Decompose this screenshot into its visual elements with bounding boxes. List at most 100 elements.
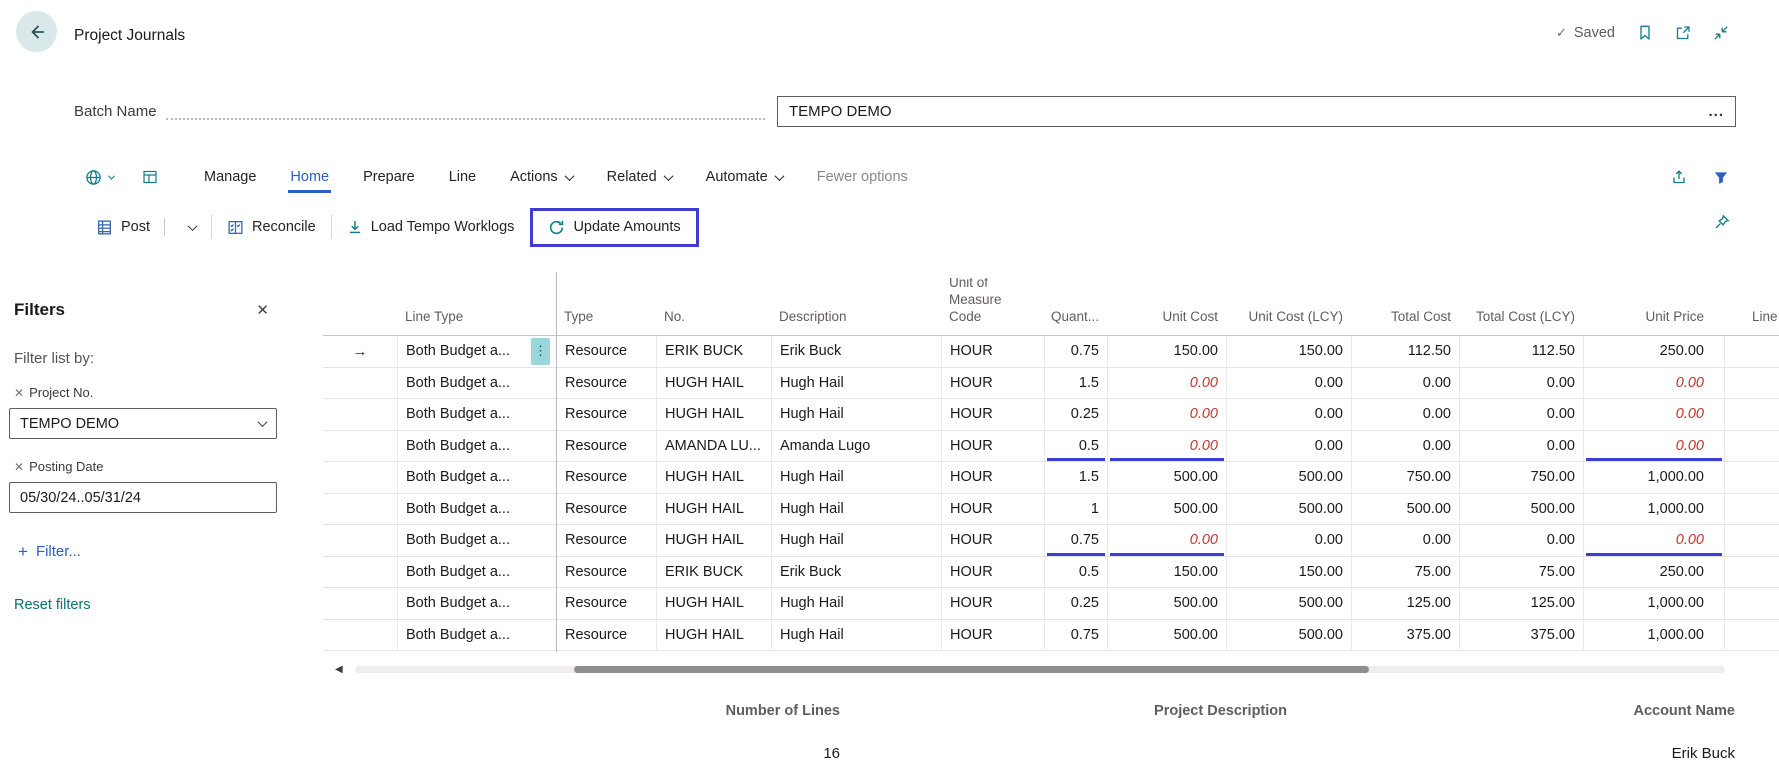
layout-grid-button[interactable]: [142, 169, 158, 185]
column-header-total_cost[interactable]: Total Cost: [1351, 278, 1459, 335]
cell-total_cost_lcy[interactable]: 125.00: [1459, 588, 1583, 619]
cell-uom[interactable]: HOUR: [941, 368, 1044, 399]
update-amounts-button[interactable]: Update Amounts: [548, 219, 680, 236]
cell-description[interactable]: Hugh Hail: [771, 399, 941, 430]
cell-description[interactable]: Amanda Lugo: [771, 431, 941, 462]
menu-item-line[interactable]: Line: [449, 169, 476, 185]
posting-date-filter-input[interactable]: 05/30/24..05/31/24: [9, 482, 277, 513]
cell-total_cost[interactable]: 125.00: [1351, 588, 1459, 619]
cell-line_type[interactable]: Both Budget a...: [397, 431, 556, 462]
cell-unit_cost[interactable]: 150.00: [1107, 557, 1226, 588]
cell-total_cost_lcy[interactable]: 0.00: [1459, 431, 1583, 462]
cell-qty[interactable]: 1: [1044, 494, 1107, 525]
cell-qty[interactable]: 0.5: [1044, 431, 1107, 462]
cell-unit_cost[interactable]: 0.00: [1107, 368, 1226, 399]
open-in-window-icon[interactable]: [1675, 25, 1691, 41]
back-button[interactable]: [16, 11, 57, 52]
cell-line[interactable]: [1724, 525, 1779, 556]
cell-unit_cost[interactable]: 0.00: [1107, 399, 1226, 430]
cell-unit_cost[interactable]: 500.00: [1107, 494, 1226, 525]
row-selector-cell[interactable]: [323, 557, 397, 588]
cell-type[interactable]: Resource: [556, 399, 656, 430]
cell-no[interactable]: HUGH HAIL: [656, 462, 771, 493]
cell-unit_price[interactable]: 250.00: [1583, 336, 1724, 367]
add-filter-button[interactable]: + Filter...: [18, 543, 277, 560]
column-header-no[interactable]: No.: [656, 278, 771, 335]
cell-unit_cost_lcy[interactable]: 0.00: [1226, 431, 1351, 462]
cell-no[interactable]: HUGH HAIL: [656, 399, 771, 430]
batch-name-input[interactable]: TEMPO DEMO ...: [777, 96, 1736, 127]
cell-unit_cost_lcy[interactable]: 0.00: [1226, 399, 1351, 430]
remove-filter-icon[interactable]: ✕: [14, 460, 24, 474]
cell-total_cost_lcy[interactable]: 500.00: [1459, 494, 1583, 525]
cell-qty[interactable]: 0.25: [1044, 588, 1107, 619]
cell-total_cost_lcy[interactable]: 375.00: [1459, 620, 1583, 651]
table-row[interactable]: Both Budget a...ResourceHUGH HAILHugh Ha…: [323, 462, 1779, 494]
cell-unit_price[interactable]: 1,000.00: [1583, 462, 1724, 493]
cell-total_cost[interactable]: 0.00: [1351, 525, 1459, 556]
pin-icon[interactable]: [1714, 214, 1730, 230]
cell-unit_cost_lcy[interactable]: 0.00: [1226, 525, 1351, 556]
cell-type[interactable]: Resource: [556, 588, 656, 619]
table-row[interactable]: Both Budget a...ResourceHUGH HAILHugh Ha…: [323, 620, 1779, 652]
row-selector-cell[interactable]: [323, 462, 397, 493]
cell-unit_cost_lcy[interactable]: 500.00: [1226, 494, 1351, 525]
cell-no[interactable]: ERIK BUCK: [656, 336, 771, 367]
reconcile-button[interactable]: Reconcile: [227, 219, 316, 236]
table-row[interactable]: Both Budget a...ResourceAMANDA LU...Aman…: [323, 431, 1779, 463]
row-selector-cell[interactable]: [323, 399, 397, 430]
cell-total_cost[interactable]: 375.00: [1351, 620, 1459, 651]
column-header-unit_cost[interactable]: Unit Cost: [1107, 278, 1226, 335]
column-header-uom[interactable]: Unit of Measure Code: [941, 278, 1044, 335]
cell-total_cost[interactable]: 112.50: [1351, 336, 1459, 367]
cell-uom[interactable]: HOUR: [941, 588, 1044, 619]
cell-unit_cost[interactable]: 0.00: [1107, 431, 1226, 462]
cell-total_cost[interactable]: 500.00: [1351, 494, 1459, 525]
column-header-qty[interactable]: Quant...: [1044, 278, 1107, 335]
cell-unit_cost[interactable]: 500.00: [1107, 462, 1226, 493]
cell-description[interactable]: Hugh Hail: [771, 525, 941, 556]
cell-line[interactable]: [1724, 494, 1779, 525]
cell-uom[interactable]: HOUR: [941, 431, 1044, 462]
cell-type[interactable]: Resource: [556, 462, 656, 493]
cell-line_type[interactable]: Both Budget a...: [397, 494, 556, 525]
show-attached-button[interactable]: [85, 169, 114, 186]
cell-unit_price[interactable]: 0.00: [1583, 431, 1724, 462]
column-header-description[interactable]: Description: [771, 278, 941, 335]
cell-total_cost[interactable]: 0.00: [1351, 399, 1459, 430]
cell-type[interactable]: Resource: [556, 557, 656, 588]
cell-description[interactable]: Hugh Hail: [771, 620, 941, 651]
cell-description[interactable]: Hugh Hail: [771, 588, 941, 619]
menu-item-home[interactable]: Home: [290, 169, 329, 185]
column-header-line[interactable]: Line: [1724, 278, 1779, 335]
cell-line_type[interactable]: Both Budget a...: [397, 557, 556, 588]
row-selector-cell[interactable]: [323, 525, 397, 556]
cell-qty[interactable]: 0.75: [1044, 336, 1107, 367]
column-header-line_type[interactable]: Line Type: [397, 278, 556, 335]
cell-unit_cost[interactable]: 500.00: [1107, 620, 1226, 651]
table-row[interactable]: Both Budget a...ResourceHUGH HAILHugh Ha…: [323, 494, 1779, 526]
row-selector-cell[interactable]: [323, 620, 397, 651]
cell-line[interactable]: [1724, 462, 1779, 493]
cell-total_cost_lcy[interactable]: 750.00: [1459, 462, 1583, 493]
menu-item-related[interactable]: Related: [607, 169, 672, 185]
cell-uom[interactable]: HOUR: [941, 399, 1044, 430]
scrollbar-thumb[interactable]: [574, 666, 1369, 673]
cell-unit_cost_lcy[interactable]: 150.00: [1226, 557, 1351, 588]
reset-filters-link[interactable]: Reset filters: [14, 597, 277, 613]
row-options-button[interactable]: ⋮: [531, 338, 550, 365]
cell-line_type[interactable]: Both Budget a...: [397, 462, 556, 493]
cell-type[interactable]: Resource: [556, 494, 656, 525]
table-row[interactable]: Both Budget a...ResourceHUGH HAILHugh Ha…: [323, 399, 1779, 431]
table-row[interactable]: →Both Budget a...⋮ResourceERIK BUCKErik …: [323, 336, 1779, 368]
column-header-unit_price[interactable]: Unit Price: [1583, 278, 1724, 335]
row-selector-cell[interactable]: [323, 588, 397, 619]
cell-line[interactable]: [1724, 620, 1779, 651]
cell-unit_cost[interactable]: 0.00: [1107, 525, 1226, 556]
cell-qty[interactable]: 1.5: [1044, 368, 1107, 399]
cell-unit_cost_lcy[interactable]: 500.00: [1226, 588, 1351, 619]
cell-unit_price[interactable]: 250.00: [1583, 557, 1724, 588]
chevron-down-icon[interactable]: [188, 221, 198, 231]
close-icon[interactable]: ✕: [256, 301, 269, 319]
cell-no[interactable]: HUGH HAIL: [656, 525, 771, 556]
